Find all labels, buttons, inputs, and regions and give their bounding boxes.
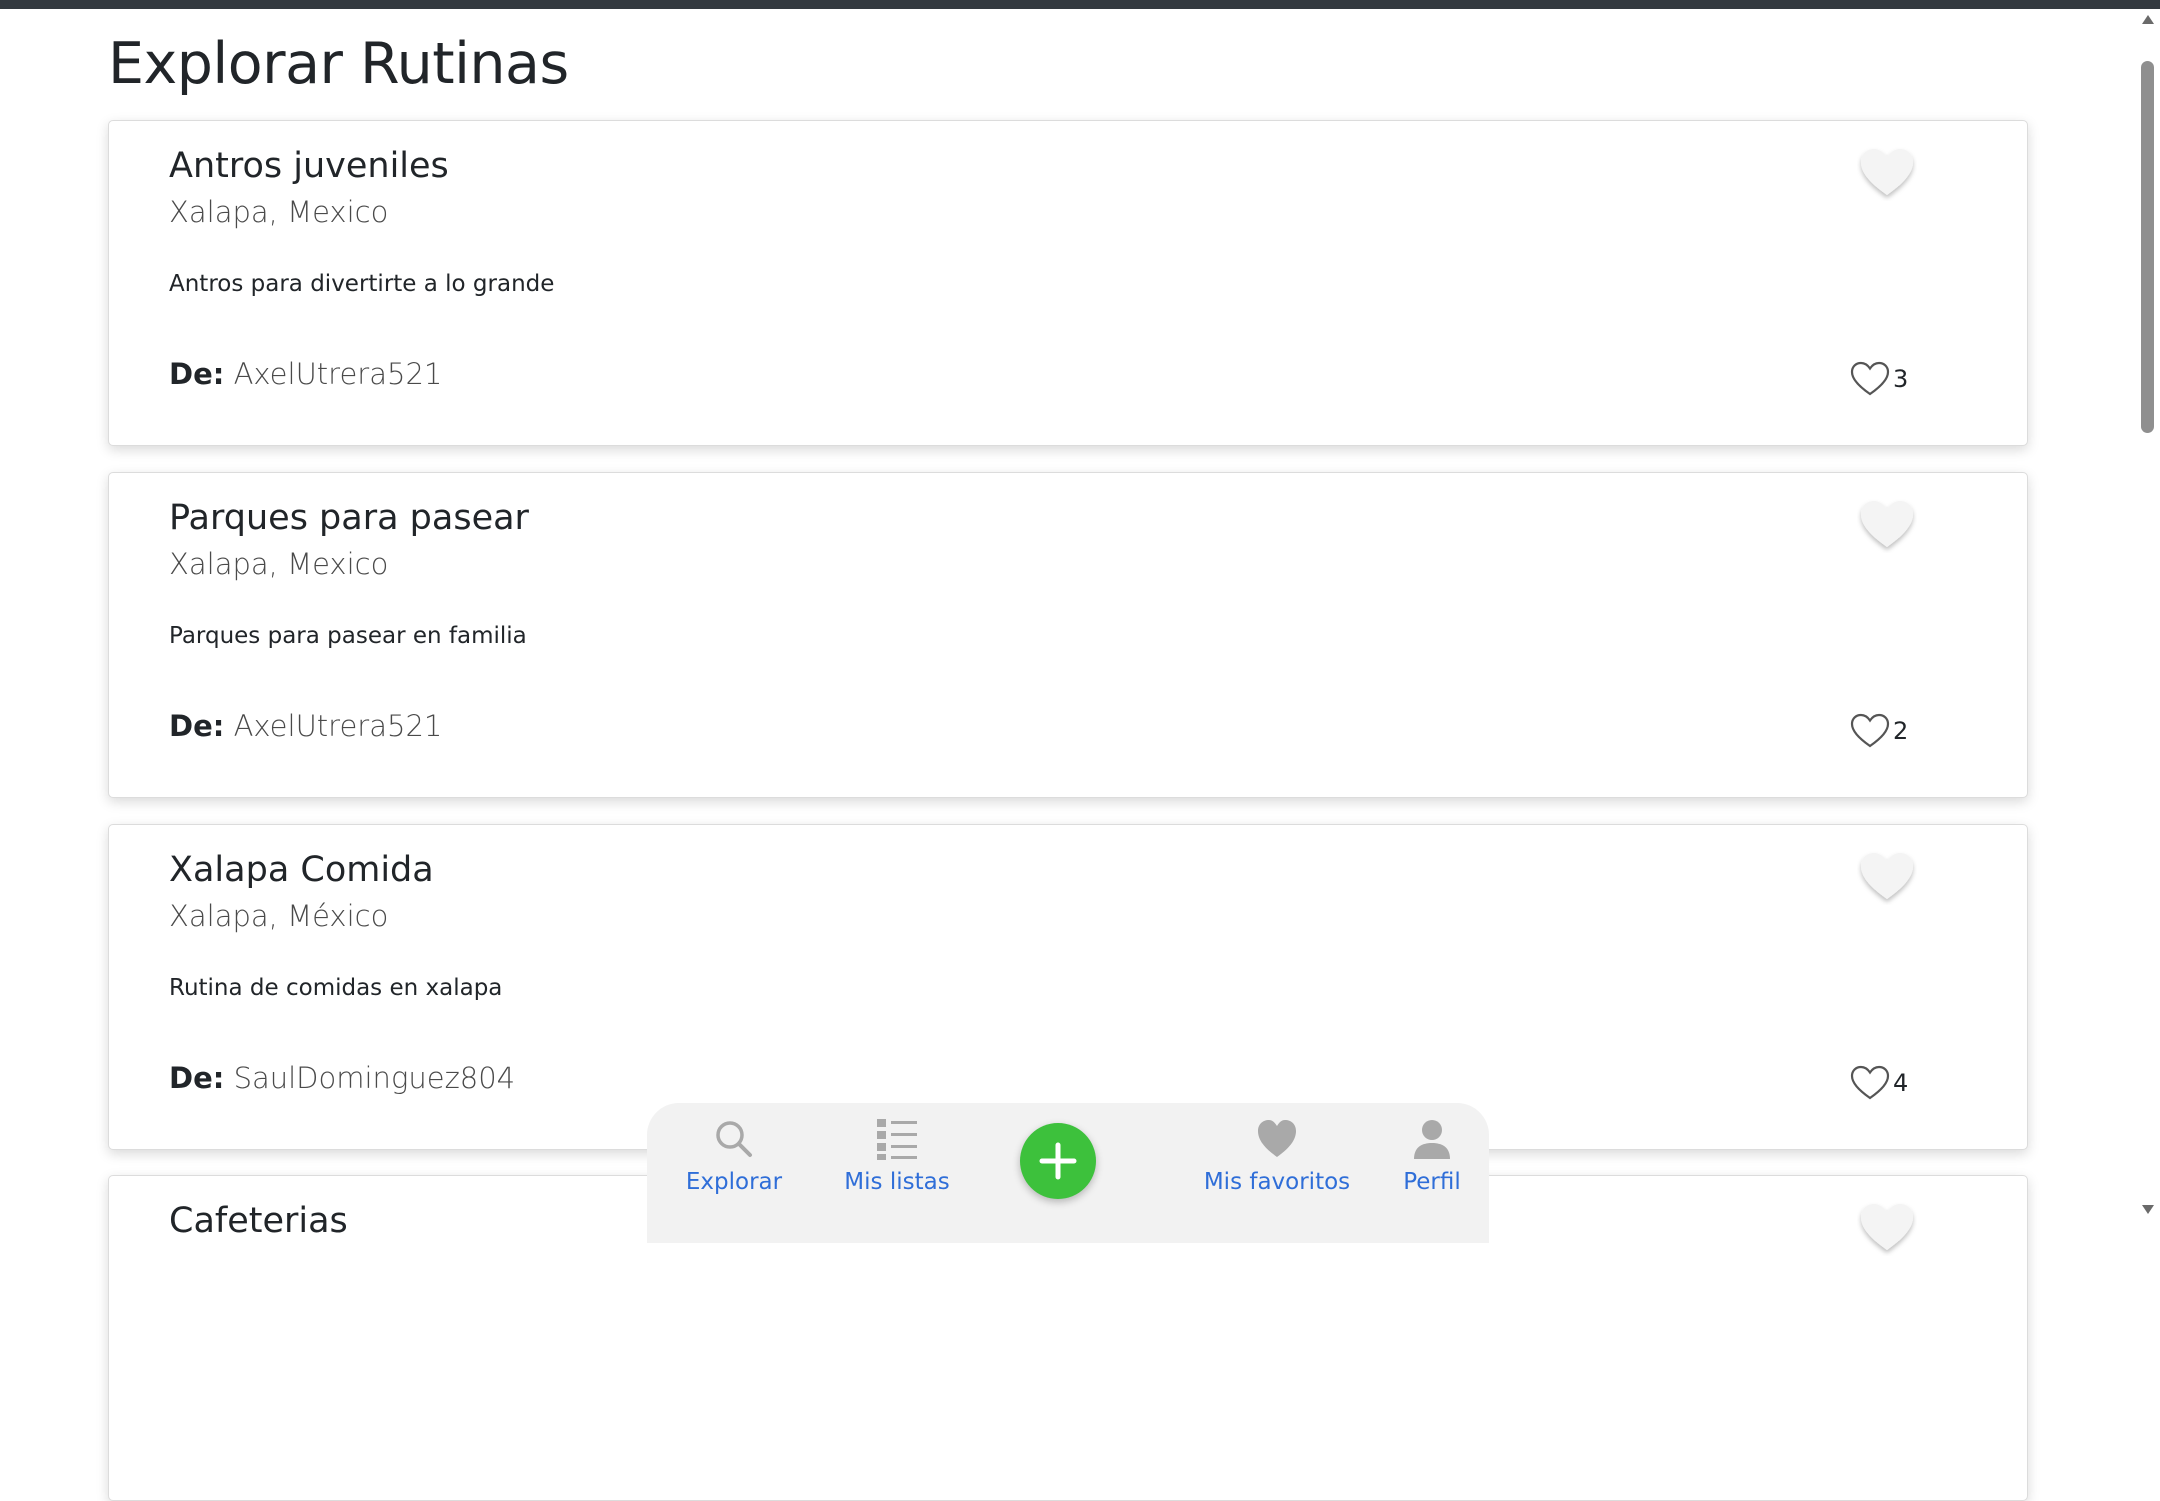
nav-explore-label[interactable]: Explorar xyxy=(679,1169,789,1195)
favorite-heart-icon[interactable] xyxy=(1857,1200,1917,1256)
likes-counter: 2 xyxy=(1849,711,1908,751)
routine-description: Rutina de comidas en xalapa xyxy=(169,975,503,1001)
routine-title[interactable]: Antros juveniles xyxy=(169,143,449,189)
author-prefix: De: xyxy=(169,709,225,743)
routine-title[interactable]: Xalapa Comida xyxy=(169,847,434,893)
routine-title[interactable]: Parques para pasear xyxy=(169,495,529,541)
author-name: SaulDominguez804 xyxy=(233,1061,516,1095)
heart-outline-icon xyxy=(1850,1065,1890,1100)
search-icon xyxy=(716,1121,752,1157)
heart-outline-icon xyxy=(1850,361,1890,396)
heart-icon xyxy=(1258,1120,1296,1157)
favorite-heart-icon[interactable] xyxy=(1857,497,1917,553)
nav-my-lists-label[interactable]: Mis listas xyxy=(837,1169,957,1195)
routine-location: Xalapa, Mexico xyxy=(169,195,389,229)
plus-icon xyxy=(1039,1142,1077,1180)
likes-count: 2 xyxy=(1893,717,1909,745)
nav-favorites[interactable]: Mis favoritos xyxy=(1187,1117,1367,1195)
author-prefix: De: xyxy=(169,357,225,391)
browser-top-bar xyxy=(0,0,2160,9)
routine-description: Antros para divertirte a lo grande xyxy=(169,271,555,297)
favorite-heart-icon[interactable] xyxy=(1857,849,1917,905)
list-icon xyxy=(877,1119,917,1160)
routine-title[interactable]: Cafeterias xyxy=(169,1198,348,1244)
user-icon xyxy=(1414,1120,1450,1159)
heart-outline-icon xyxy=(1850,713,1890,748)
scroll-up-icon[interactable] xyxy=(2142,15,2154,24)
scroll-thumb[interactable] xyxy=(2141,61,2154,433)
routine-card[interactable]: Xalapa Comida Xalapa, México Rutina de c… xyxy=(108,824,2028,1150)
author-name: AxelUtrera521 xyxy=(233,357,443,391)
nav-my-lists[interactable]: Mis listas xyxy=(837,1117,957,1195)
add-routine-button[interactable] xyxy=(1020,1123,1096,1199)
nav-explore[interactable]: Explorar xyxy=(679,1117,789,1195)
author-name: AxelUtrera521 xyxy=(233,709,443,743)
scroll-down-icon[interactable] xyxy=(2142,1205,2154,1214)
nav-favorites-label[interactable]: Mis favoritos xyxy=(1187,1169,1367,1195)
nav-profile[interactable]: Perfil xyxy=(1392,1117,1472,1195)
routine-location: Xalapa, Mexico xyxy=(169,547,389,581)
routine-author: De: AxelUtrera521 xyxy=(169,355,442,393)
favorite-heart-icon[interactable] xyxy=(1857,145,1917,201)
likes-count: 4 xyxy=(1893,1069,1909,1097)
likes-count: 3 xyxy=(1893,365,1909,393)
page-title: Explorar Rutinas xyxy=(108,31,569,97)
routine-author: De: AxelUtrera521 xyxy=(169,707,442,745)
routine-location: Xalapa, México xyxy=(169,899,389,933)
likes-counter: 3 xyxy=(1849,359,1908,399)
scrollbar[interactable] xyxy=(2136,9,2160,1221)
author-prefix: De: xyxy=(169,1061,225,1095)
routine-description: Parques para pasear en familia xyxy=(169,623,527,649)
nav-profile-label[interactable]: Perfil xyxy=(1392,1169,1472,1195)
routine-author: De: SaulDominguez804 xyxy=(169,1059,515,1097)
routine-card[interactable]: Parques para pasear Xalapa, Mexico Parqu… xyxy=(108,472,2028,798)
likes-counter: 4 xyxy=(1849,1063,1908,1103)
routine-card[interactable]: Antros juveniles Xalapa, Mexico Antros p… xyxy=(108,120,2028,446)
bottom-nav: Explorar Mis listas Mis favoritos Perfil xyxy=(647,1103,1489,1243)
